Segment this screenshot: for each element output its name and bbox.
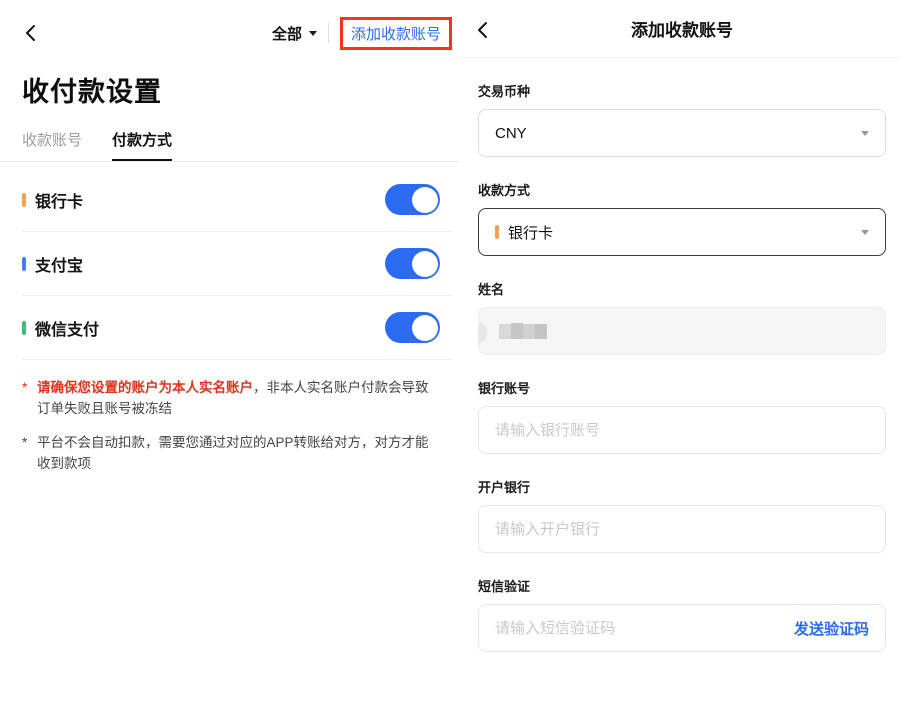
payment-method-list: 银行卡 支付宝 微信支付 <box>22 168 452 360</box>
receive-method-value: 银行卡 <box>495 222 861 243</box>
row-left: 银行卡 <box>22 188 83 212</box>
note-bullet: * <box>22 378 31 420</box>
accent-bar-icon <box>22 321 26 335</box>
toggle-knob <box>412 187 438 213</box>
payment-method-label: 支付宝 <box>35 252 83 276</box>
note-rest: 平台不会自动扣款，需要您通过对应的APP转账给对方，对方才能收到款项 <box>37 435 429 471</box>
field-label: 姓名 <box>478 279 886 298</box>
add-receive-account-button[interactable]: 添加收款账号 <box>340 17 452 50</box>
tab-bar: 收款账号 付款方式 <box>22 129 452 161</box>
toggle-bank-card[interactable] <box>385 184 440 215</box>
field-label: 短信验证 <box>478 576 886 595</box>
currency-value: CNY <box>495 125 861 142</box>
receive-method-select[interactable]: 银行卡 <box>478 208 886 256</box>
add-account-screen: 添加收款账号 交易币种 CNY 收款方式 银行卡 姓名 <box>460 0 900 702</box>
note-highlight: 请确保您设置的账户为本人实名账户 <box>37 380 253 395</box>
back-chevron-icon <box>22 24 40 42</box>
sms-code-box: 发送验证码 <box>478 604 886 652</box>
footnotes: * 请确保您设置的账户为本人实名账户，非本人实名账户付款会导致订单失败且账号被冻… <box>22 378 434 475</box>
bank-account-input[interactable] <box>495 422 869 439</box>
filter-dropdown[interactable]: 全部 <box>272 23 317 44</box>
row-divider <box>22 359 452 360</box>
tab-payment-methods[interactable]: 付款方式 <box>112 129 172 161</box>
redaction-artifact <box>478 321 487 344</box>
note-real-name-warning: * 请确保您设置的账户为本人实名账户，非本人实名账户付款会导致订单失败且账号被冻… <box>22 378 434 420</box>
app-window: 全部 添加收款账号 收付款设置 收款账号 付款方式 银行卡 <box>0 0 900 702</box>
payment-method-label: 微信支付 <box>35 316 99 340</box>
tab-receive-accounts[interactable]: 收款账号 <box>22 129 82 161</box>
toggle-alipay[interactable] <box>385 248 440 279</box>
payment-settings-screen: 全部 添加收款账号 收付款设置 收款账号 付款方式 银行卡 <box>0 0 460 702</box>
note-bullet: * <box>22 433 31 475</box>
accent-bar-icon <box>495 225 499 239</box>
right-header: 添加收款账号 <box>478 0 886 57</box>
toggle-knob <box>412 315 438 341</box>
screen-title: 添加收款账号 <box>631 16 733 41</box>
note-no-auto-debit: * 平台不会自动扣款，需要您通过对应的APP转账给对方，对方才能收到款项 <box>22 433 434 475</box>
payment-method-row-bank-card: 银行卡 <box>22 168 452 231</box>
row-left: 微信支付 <box>22 316 99 340</box>
field-label: 开户银行 <box>478 477 886 496</box>
chevron-down-icon <box>861 230 869 235</box>
back-button[interactable] <box>22 24 40 42</box>
toggle-wechat-pay[interactable] <box>385 312 440 343</box>
receive-method-label: 银行卡 <box>508 222 553 243</box>
field-sms-verification: 短信验证 发送验证码 <box>478 576 886 652</box>
name-field-disabled <box>478 307 886 355</box>
toggle-knob <box>412 251 438 277</box>
field-name: 姓名 <box>478 279 886 355</box>
left-header: 全部 添加收款账号 <box>22 16 452 50</box>
note-text: 请确保您设置的账户为本人实名账户，非本人实名账户付款会导致订单失败且账号被冻结 <box>37 378 434 420</box>
header-divider <box>328 23 329 43</box>
field-label: 银行账号 <box>478 378 886 397</box>
bank-branch-input[interactable] <box>495 521 869 538</box>
field-label: 收款方式 <box>478 180 886 199</box>
bank-branch-box <box>478 505 886 553</box>
field-bank-branch: 开户银行 <box>478 477 886 553</box>
field-currency: 交易币种 CNY <box>478 81 886 157</box>
chevron-down-icon <box>309 31 317 36</box>
send-code-button[interactable]: 发送验证码 <box>794 618 869 639</box>
payment-method-row-alipay: 支付宝 <box>22 232 452 295</box>
sms-code-input[interactable] <box>495 620 784 637</box>
row-left: 支付宝 <box>22 252 83 276</box>
accent-bar-icon <box>22 193 26 207</box>
filter-label: 全部 <box>272 23 302 44</box>
tabs-divider <box>0 161 460 162</box>
bank-account-box <box>478 406 886 454</box>
chevron-down-icon <box>861 131 869 136</box>
field-bank-account: 银行账号 <box>478 378 886 454</box>
payment-method-label: 银行卡 <box>35 188 83 212</box>
field-receive-method: 收款方式 银行卡 <box>478 180 886 256</box>
field-label: 交易币种 <box>478 81 886 100</box>
back-button[interactable] <box>474 21 492 39</box>
header-divider <box>460 57 900 58</box>
page-title: 收付款设置 <box>22 70 452 109</box>
accent-bar-icon <box>22 257 26 271</box>
currency-select[interactable]: CNY <box>478 109 886 157</box>
payment-method-row-wechat-pay: 微信支付 <box>22 296 452 359</box>
note-text: 平台不会自动扣款，需要您通过对应的APP转账给对方，对方才能收到款项 <box>37 433 434 475</box>
redacted-name <box>499 324 547 339</box>
back-chevron-icon <box>474 21 492 39</box>
